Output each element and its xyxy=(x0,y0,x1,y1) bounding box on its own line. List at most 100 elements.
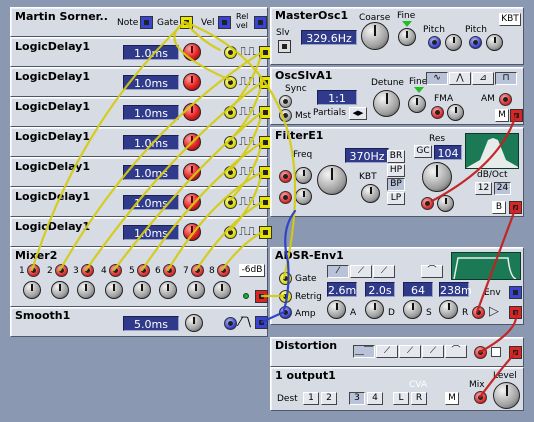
mode-button-hp[interactable]: HP xyxy=(387,164,405,177)
dist-curve-button-3[interactable]: ⟋ xyxy=(399,345,421,358)
am-in-port[interactable] xyxy=(499,93,512,106)
mixer-input-port-4[interactable] xyxy=(109,264,122,277)
delay-knob[interactable] xyxy=(183,133,201,151)
dest-button-4[interactable]: 4 xyxy=(367,392,383,405)
smooth-time-knob[interactable] xyxy=(185,314,203,332)
kbt-button[interactable]: KBT xyxy=(499,13,521,26)
dist-curve-button-1[interactable]: ⎽⎺ xyxy=(353,345,375,358)
attenuation-button[interactable]: -6dB xyxy=(239,264,265,277)
filter-mod-knob-2[interactable] xyxy=(295,188,312,205)
kbt-knob[interactable] xyxy=(361,184,380,203)
wave-square-button[interactable]: ⊓ xyxy=(495,72,517,85)
mode-button-lp[interactable]: LP xyxy=(387,192,405,205)
mixer-level-knob-7[interactable] xyxy=(187,281,205,299)
mute-button[interactable]: M xyxy=(445,392,459,405)
partials-stepper[interactable]: ◀▶ xyxy=(349,107,367,120)
delay-knob[interactable] xyxy=(183,103,201,121)
mixer-input-port-2[interactable] xyxy=(55,264,68,277)
sustain-knob[interactable] xyxy=(403,300,422,319)
coarse-knob[interactable] xyxy=(361,22,389,50)
mixer-input-port-8[interactable] xyxy=(217,264,230,277)
output-in-port[interactable] xyxy=(474,391,487,404)
dist-curve-button-2[interactable]: ⟋ xyxy=(376,345,398,358)
vca-in-port[interactable] xyxy=(472,306,485,319)
slope-12-button[interactable]: 12 xyxy=(475,182,492,195)
dist-curve-button-5[interactable]: ⌒ xyxy=(445,345,467,358)
mixer-level-knob-1[interactable] xyxy=(23,281,41,299)
cutoff-knob[interactable] xyxy=(317,165,347,195)
dest-button-1[interactable]: 1 xyxy=(303,392,319,405)
mute-button[interactable]: M xyxy=(495,109,509,122)
filter-mod-in-port-2[interactable] xyxy=(279,191,292,204)
logic-in-port[interactable] xyxy=(224,76,237,89)
fine-knob[interactable] xyxy=(408,95,426,113)
resonance-knob[interactable] xyxy=(422,162,452,192)
mixer-input-port-3[interactable] xyxy=(81,264,94,277)
gain-comp-button[interactable]: GC xyxy=(414,145,432,158)
logic-in-port[interactable] xyxy=(224,136,237,149)
output-level-knob[interactable] xyxy=(493,382,520,409)
attack-shape-lin-button[interactable]: ⟋ xyxy=(350,265,372,278)
slave-out-port[interactable] xyxy=(278,40,291,53)
attack-shape-exp-button[interactable]: ⟋ xyxy=(373,265,395,278)
mixer-level-knob-5[interactable] xyxy=(133,281,151,299)
dist-out-port[interactable] xyxy=(509,346,522,359)
decay-knob[interactable] xyxy=(365,300,384,319)
mixer-out-port[interactable] xyxy=(255,290,268,303)
osc-out-port[interactable] xyxy=(510,109,523,122)
sync-in-port[interactable] xyxy=(279,95,292,108)
delay-knob[interactable] xyxy=(183,73,201,91)
relvel-out-port[interactable] xyxy=(254,16,267,29)
release-shape-button[interactable]: ⌒ xyxy=(421,265,443,278)
pitch-mod-knob-1[interactable] xyxy=(445,34,462,51)
mode-button-br[interactable]: BR xyxy=(387,150,405,163)
delay-knob[interactable] xyxy=(183,193,201,211)
gate-in-port[interactable] xyxy=(279,272,292,285)
logic-in-port[interactable] xyxy=(224,196,237,209)
delay-knob[interactable] xyxy=(183,43,201,61)
dist-curve-button-4[interactable]: ⟋ xyxy=(422,345,444,358)
wave-triangle-button[interactable]: ⋀ xyxy=(449,72,471,85)
logic-in-port[interactable] xyxy=(224,166,237,179)
wave-sine-button[interactable]: ∿ xyxy=(426,72,448,85)
filter-audio-in-port[interactable] xyxy=(421,197,434,210)
gate-out-port[interactable] xyxy=(180,16,193,29)
master-in-port[interactable] xyxy=(279,109,292,122)
vel-out-port[interactable] xyxy=(218,16,231,29)
smooth-out-port[interactable] xyxy=(255,316,268,329)
dest-button-l[interactable]: L xyxy=(393,392,409,405)
filter-mod-in-port-1[interactable] xyxy=(279,170,292,183)
mixer-input-port-1[interactable] xyxy=(27,264,40,277)
dist-in-port[interactable] xyxy=(474,346,487,359)
retrig-in-port[interactable] xyxy=(279,290,292,303)
logic-out-port[interactable] xyxy=(259,226,272,239)
bypass-button[interactable]: B xyxy=(492,201,506,214)
release-knob[interactable] xyxy=(439,300,458,319)
wave-saw-button[interactable]: ⊿ xyxy=(472,72,494,85)
vca-out-port[interactable] xyxy=(509,306,522,319)
pitch-mod-knob-2[interactable] xyxy=(486,34,503,51)
smooth-in-port[interactable] xyxy=(224,317,237,330)
fine-knob[interactable] xyxy=(398,28,416,46)
dest-button-r[interactable]: R xyxy=(411,392,427,405)
filter-mod-knob-1[interactable] xyxy=(295,167,312,184)
dest-button-2[interactable]: 2 xyxy=(321,392,337,405)
logic-in-port[interactable] xyxy=(224,226,237,239)
mixer-level-knob-3[interactable] xyxy=(77,281,95,299)
mixer-level-knob-8[interactable] xyxy=(213,281,231,299)
pitch-in-port-1[interactable] xyxy=(428,36,441,49)
amp-in-port[interactable] xyxy=(279,306,292,319)
mixer-input-port-7[interactable] xyxy=(191,264,204,277)
mode-button-bp[interactable]: BP xyxy=(387,178,405,191)
env-out-port[interactable] xyxy=(509,286,522,299)
fma-knob[interactable] xyxy=(447,104,464,121)
mixer-level-knob-6[interactable] xyxy=(159,281,177,299)
slope-24-button[interactable]: 24 xyxy=(494,182,511,195)
delay-knob[interactable] xyxy=(183,223,201,241)
filter-input-level-knob[interactable] xyxy=(437,195,454,212)
mixer-input-port-6[interactable] xyxy=(163,264,176,277)
detune-knob[interactable] xyxy=(373,90,400,117)
filter-out-port[interactable] xyxy=(509,201,522,214)
mixer-level-knob-2[interactable] xyxy=(51,281,69,299)
attack-knob[interactable] xyxy=(327,300,346,319)
